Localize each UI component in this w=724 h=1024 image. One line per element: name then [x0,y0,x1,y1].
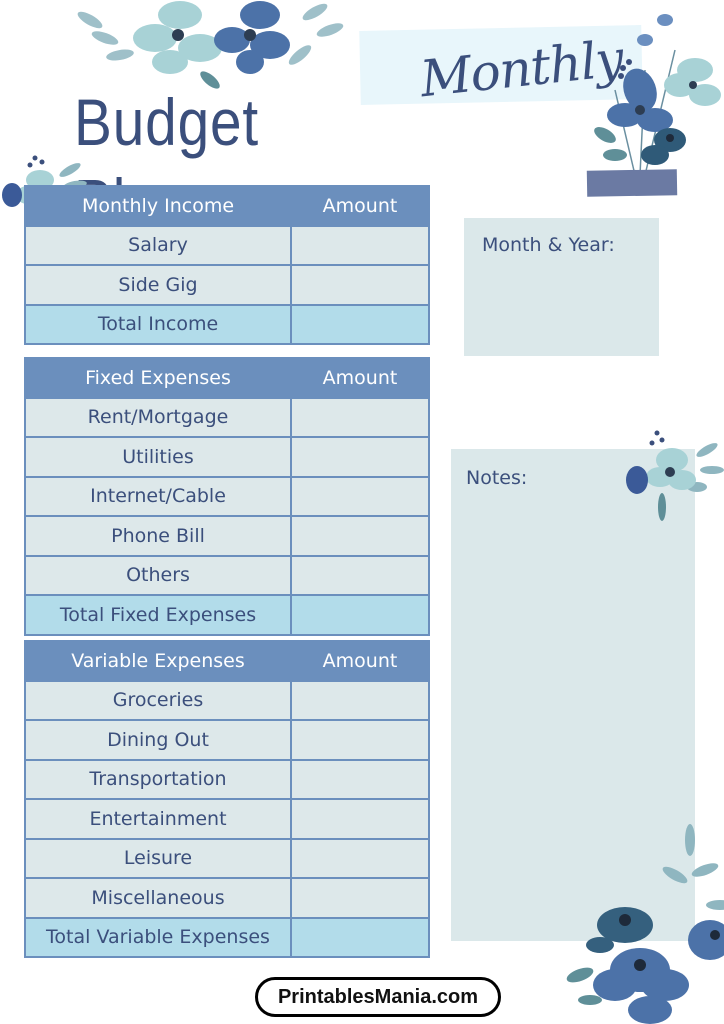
row-label: Groceries [26,681,290,719]
column-header-category: Fixed Expenses [26,359,290,397]
table-row: Phone Bill [26,515,428,555]
floral-top-right-icon [594,14,721,176]
table-row: Salary [26,224,428,264]
table-row: Rent/Mortgage [26,396,428,436]
row-label: Leisure [26,839,290,877]
total-amount-field[interactable] [290,918,428,956]
table-header-row: Monthly Income Amount [26,187,428,225]
table-row: Entertainment [26,798,428,838]
row-label: Salary [26,226,290,264]
amount-field[interactable] [290,879,428,917]
table-row: Side Gig [26,264,428,304]
amount-field[interactable] [290,681,428,719]
total-label: Total Fixed Expenses [26,596,290,634]
table-row: Leisure [26,837,428,877]
floral-top-center-icon [77,1,344,89]
amount-field[interactable] [290,226,428,264]
row-label: Transportation [26,760,290,798]
amount-field[interactable] [290,721,428,759]
total-row: Total Fixed Expenses [26,594,428,634]
variable-expenses-table: Variable Expenses Amount Groceries Dinin… [24,640,430,958]
total-amount-field[interactable] [290,596,428,634]
row-label: Side Gig [26,266,290,304]
row-label: Rent/Mortgage [26,398,290,436]
total-row: Total Variable Expenses [26,916,428,956]
table-row: Utilities [26,436,428,476]
amount-field[interactable] [290,760,428,798]
floral-bottom-right-icon [566,824,724,1024]
table-header-row: Variable Expenses Amount [26,642,428,680]
income-table: Monthly Income Amount Salary Side Gig To… [24,185,430,345]
amount-field[interactable] [290,839,428,877]
row-label: Entertainment [26,800,290,838]
month-year-label: Month & Year: [482,234,615,256]
table-row: Groceries [26,679,428,719]
total-row: Total Income [26,303,428,343]
row-label: Utilities [26,438,290,476]
table-row: Dining Out [26,719,428,759]
amount-field[interactable] [290,438,428,476]
column-header-category: Monthly Income [26,187,290,225]
brand-link[interactable]: PrintablesMania.com [255,977,501,1017]
row-label: Internet/Cable [26,477,290,515]
row-label: Miscellaneous [26,879,290,917]
amount-field[interactable] [290,517,428,555]
table-row: Internet/Cable [26,475,428,515]
floral-notes-icon [626,430,724,521]
row-label: Others [26,556,290,594]
amount-field[interactable] [290,266,428,304]
table-header-row: Fixed Expenses Amount [26,359,428,397]
row-label: Phone Bill [26,517,290,555]
amount-field[interactable] [290,556,428,594]
column-header-category: Variable Expenses [26,642,290,680]
notes-label: Notes: [466,467,528,489]
table-row: Transportation [26,758,428,798]
fixed-expenses-table: Fixed Expenses Amount Rent/Mortgage Util… [24,357,430,636]
column-header-amount: Amount [290,642,428,680]
amount-field[interactable] [290,398,428,436]
total-label: Total Income [26,305,290,343]
column-header-amount: Amount [290,187,428,225]
month-year-field[interactable]: Month & Year: [464,218,659,356]
column-header-amount: Amount [290,359,428,397]
tape-strip [586,169,678,197]
total-amount-field[interactable] [290,305,428,343]
table-row: Others [26,554,428,594]
amount-field[interactable] [290,800,428,838]
amount-field[interactable] [290,477,428,515]
total-label: Total Variable Expenses [26,918,290,956]
row-label: Dining Out [26,721,290,759]
table-row: Miscellaneous [26,877,428,917]
